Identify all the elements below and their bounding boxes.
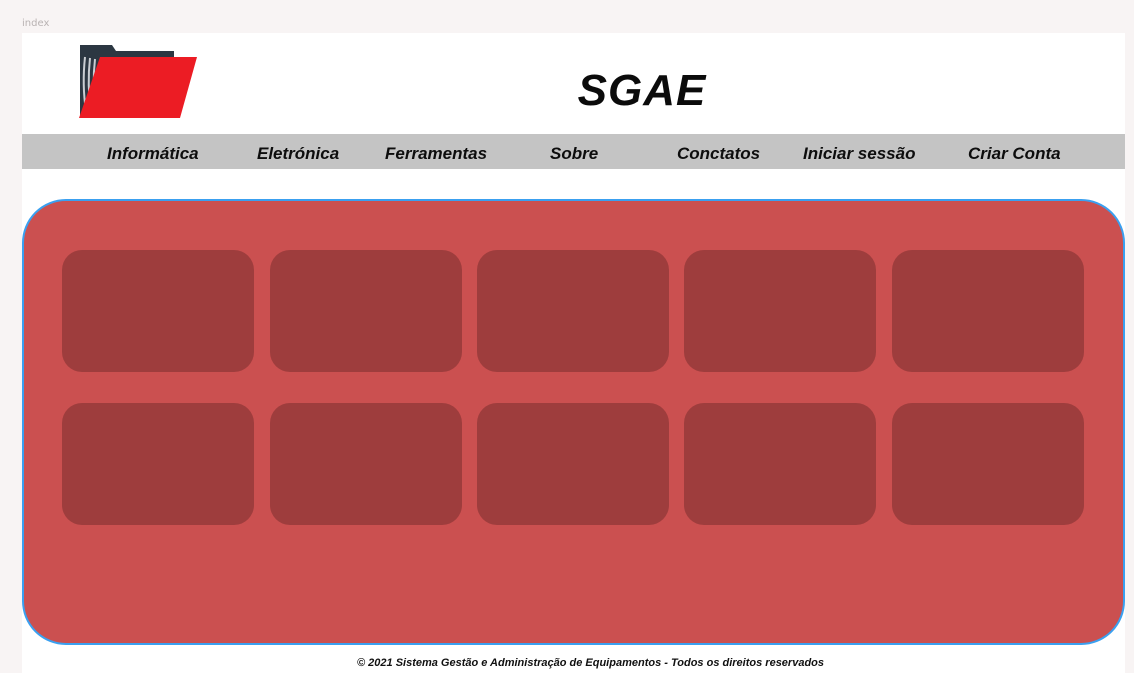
header: SGAE [22,33,1125,134]
nav-item-sobre[interactable]: Sobre [550,134,598,169]
nav-item-criar-conta[interactable]: Criar Conta [968,134,1061,169]
category-card[interactable] [62,250,254,372]
nav-item-iniciar-sessao[interactable]: Iniciar sessão [803,134,915,169]
category-card[interactable] [892,403,1084,525]
category-card[interactable] [684,403,876,525]
folder-icon [79,45,197,118]
category-card[interactable] [270,403,462,525]
site-title: SGAE [577,66,707,115]
category-card[interactable] [892,250,1084,372]
category-card[interactable] [270,250,462,372]
main-nav: Informática Eletrónica Ferramentas Sobre… [22,134,1125,169]
content-panel [22,199,1125,645]
footer-copyright: © 2021 Sistema Gestão e Administração de… [357,657,824,669]
nav-item-informatica[interactable]: Informática [107,134,199,169]
frame-label: index [22,18,50,29]
nav-item-contatos[interactable]: Conctatos [677,134,760,169]
logo[interactable] [76,45,198,119]
category-card[interactable] [62,403,254,525]
category-card[interactable] [684,250,876,372]
page-frame: SGAE Informática Eletrónica Ferramentas … [22,33,1125,673]
category-card[interactable] [477,403,669,525]
nav-item-eletronica[interactable]: Eletrónica [257,134,339,169]
nav-item-ferramentas[interactable]: Ferramentas [385,134,487,169]
category-card[interactable] [477,250,669,372]
